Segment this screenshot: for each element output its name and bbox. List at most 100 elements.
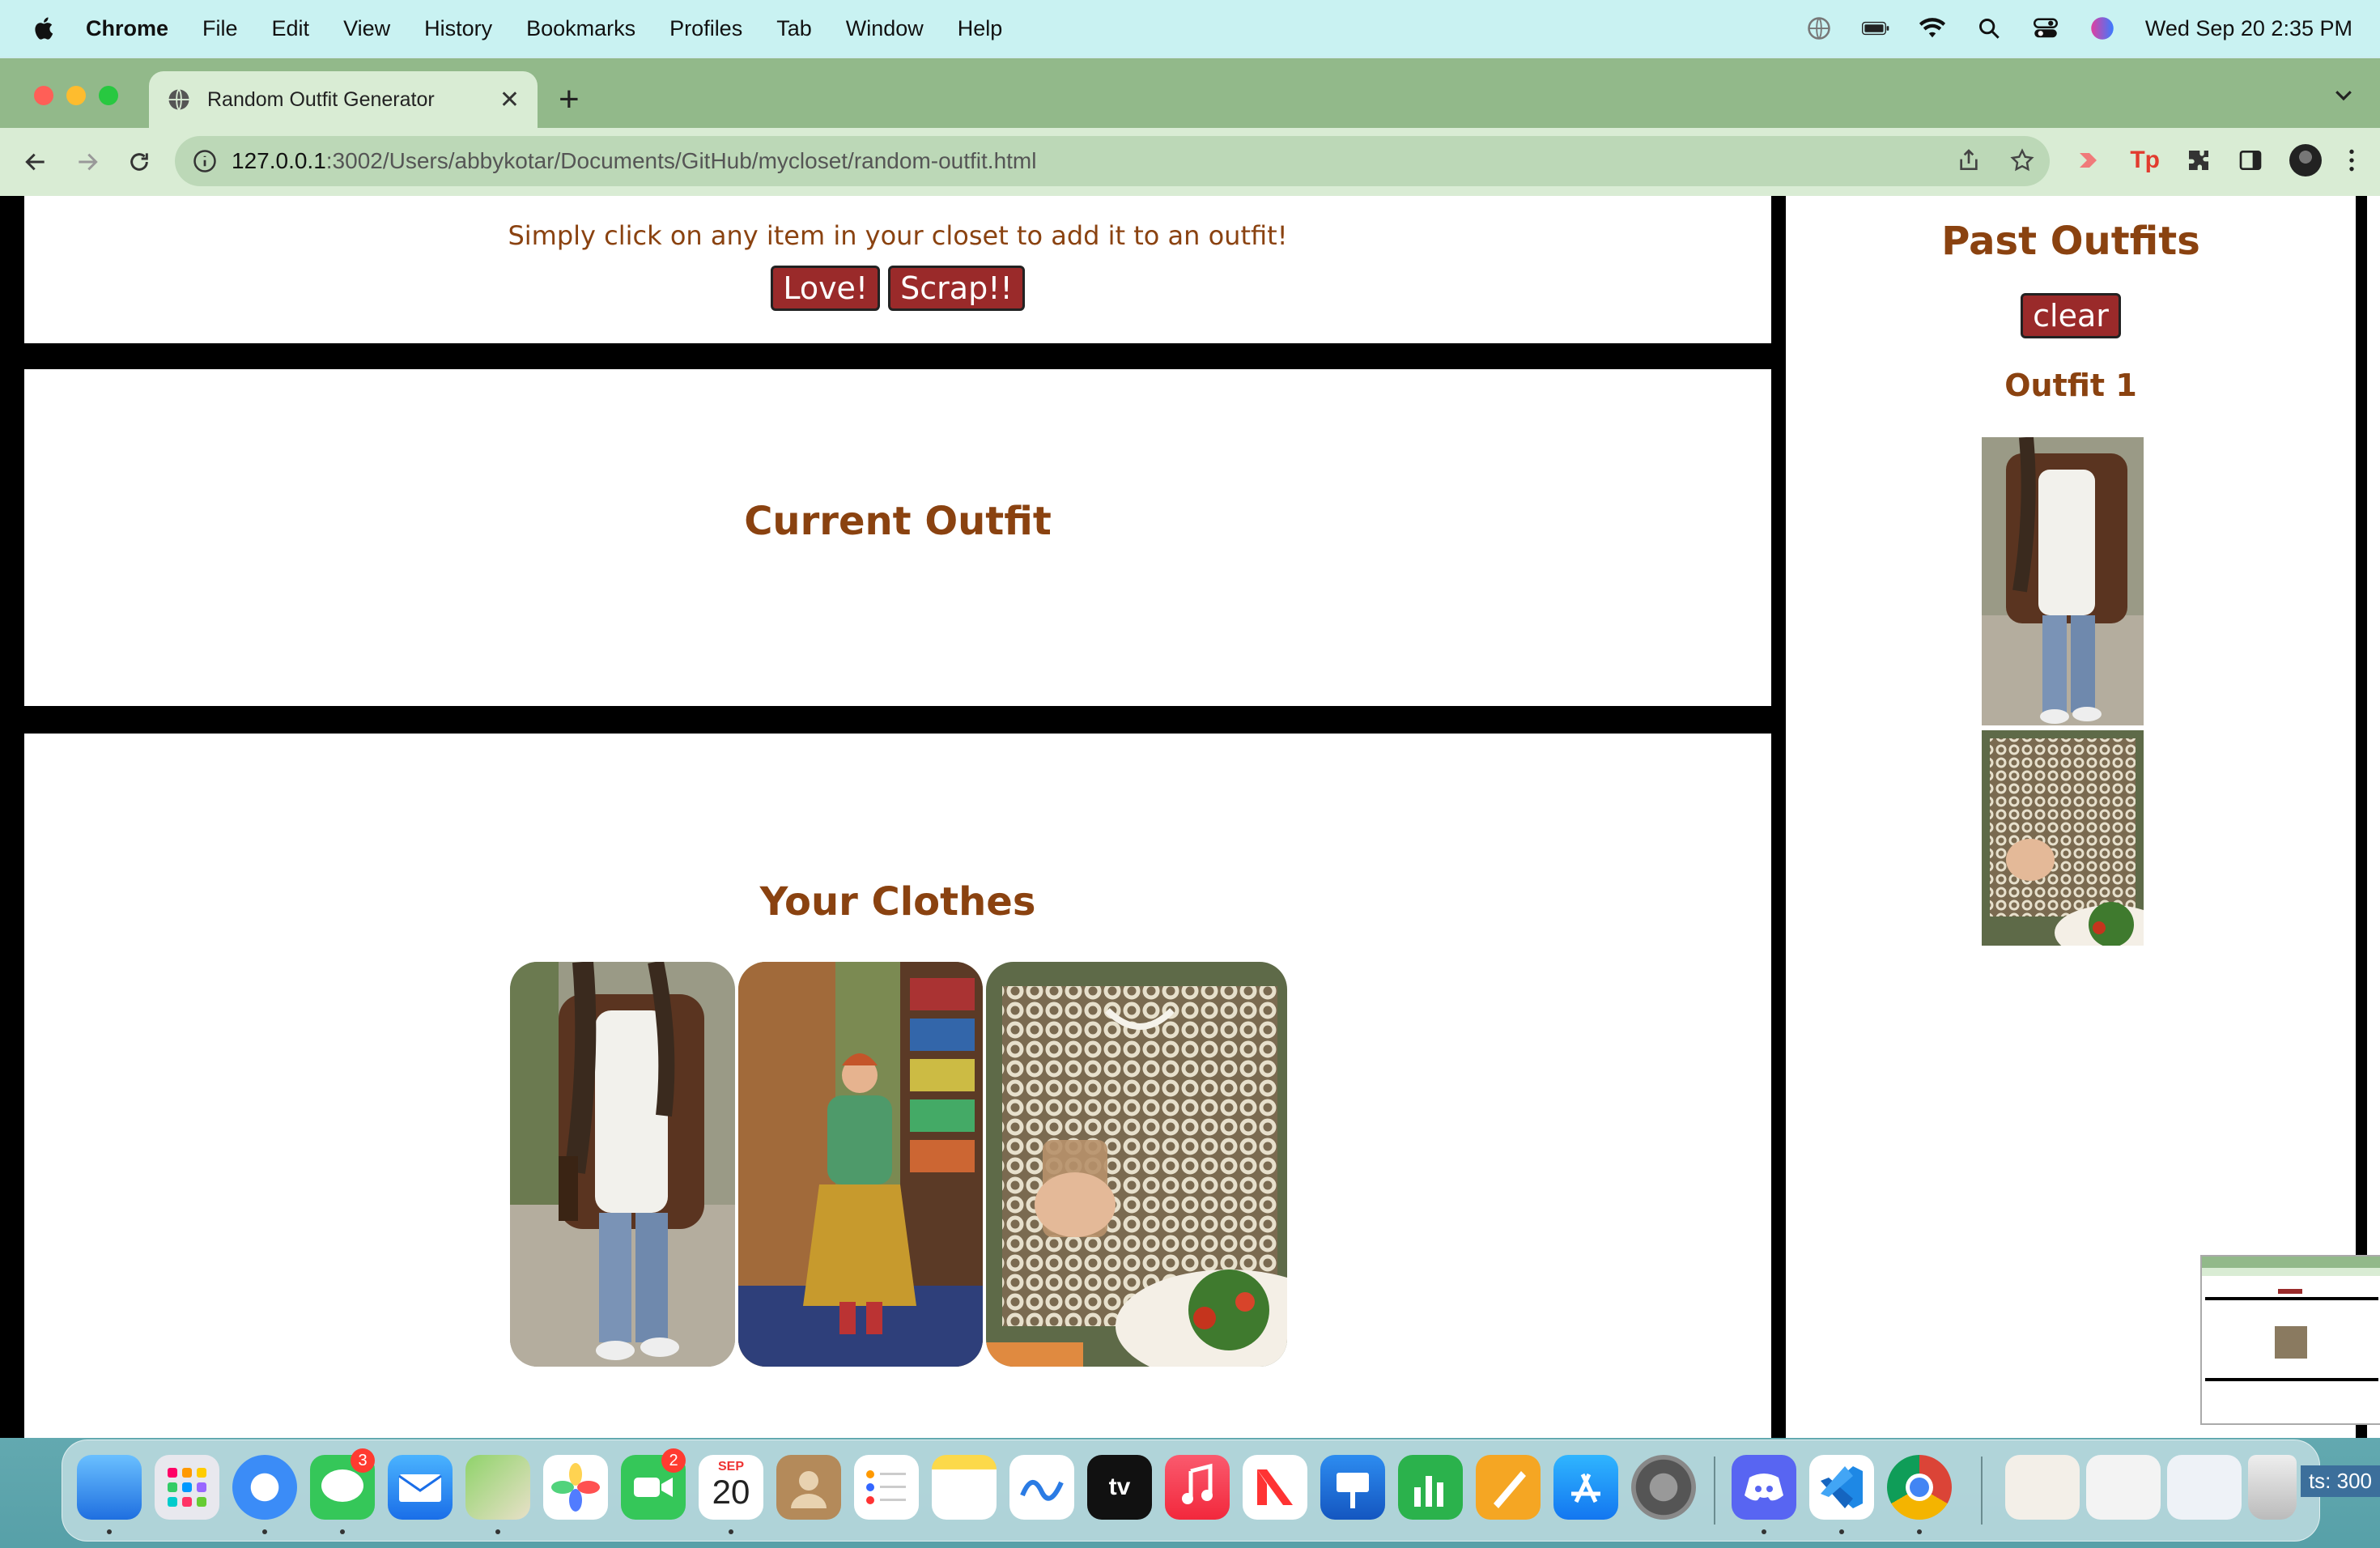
clothes-gallery <box>510 962 1287 1367</box>
action-buttons: Love! Scrap!! <box>24 266 1771 311</box>
maps-icon[interactable] <box>465 1455 530 1520</box>
menubar-clock[interactable]: Wed Sep 20 2:35 PM <box>2145 16 2352 41</box>
site-info-icon[interactable] <box>193 149 217 173</box>
mail-icon[interactable] <box>388 1455 453 1520</box>
system-settings-icon[interactable] <box>1631 1455 1696 1520</box>
menu-window[interactable]: Window <box>846 16 924 41</box>
dock-running-indicator <box>1839 1529 1844 1534</box>
music-icon[interactable] <box>1165 1455 1230 1520</box>
freeform-icon[interactable] <box>1009 1455 1074 1520</box>
facetime-badge: 2 <box>661 1448 686 1473</box>
menu-profiles[interactable]: Profiles <box>669 16 742 41</box>
close-window-button[interactable] <box>34 86 53 105</box>
launchpad-icon[interactable] <box>155 1455 219 1520</box>
pages-icon[interactable] <box>1476 1455 1541 1520</box>
dock-running-indicator <box>1917 1529 1922 1534</box>
browser-toolbar: 127.0.0.1:3002/Users/abbykotar/Documents… <box>0 128 2380 196</box>
dock-running-indicator <box>340 1529 345 1534</box>
dock: 3 2 SEP 20 tv <box>62 1440 2320 1542</box>
fullscreen-window-button[interactable] <box>99 86 118 105</box>
bookmark-star-icon[interactable] <box>2009 147 2035 173</box>
forward-button[interactable] <box>70 144 105 180</box>
url-host: 127.0.0.1 <box>232 148 326 173</box>
menu-file[interactable]: File <box>202 16 238 41</box>
app-store-icon[interactable] <box>1553 1455 1618 1520</box>
notes-icon[interactable] <box>932 1455 997 1520</box>
numbers-icon[interactable] <box>1398 1455 1463 1520</box>
globe-favicon-icon <box>168 88 189 111</box>
past-outfits-sidebar: Past Outfits clear Outfit 1 <box>1786 196 2356 1438</box>
browser-window: Random Outfit Generator ✕ + 127.0.0.1:30… <box>0 58 2380 1438</box>
vscode-icon[interactable] <box>1809 1455 1874 1520</box>
discord-icon[interactable] <box>1732 1455 1796 1520</box>
news-icon[interactable] <box>1243 1455 1307 1520</box>
menu-app-name[interactable]: Chrome <box>86 16 168 41</box>
past-outfits-heading: Past Outfits <box>1941 219 2200 264</box>
extensions-puzzle-icon[interactable] <box>2186 147 2212 173</box>
calendar-icon[interactable]: SEP 20 <box>699 1455 763 1520</box>
battery-icon[interactable] <box>1861 15 1889 42</box>
menu-history[interactable]: History <box>424 16 492 41</box>
kebab-menu-icon[interactable] <box>2348 147 2356 173</box>
side-panel-icon[interactable] <box>2238 147 2263 173</box>
page-viewport: Simply click on any item in your closet … <box>0 196 2380 1438</box>
finder-icon[interactable] <box>77 1455 142 1520</box>
apple-tv-icon[interactable]: tv <box>1087 1455 1152 1520</box>
contacts-icon[interactable] <box>776 1455 841 1520</box>
reminders-icon[interactable] <box>854 1455 919 1520</box>
screenshot-thumbnail-preview[interactable] <box>2200 1255 2380 1425</box>
search-icon[interactable] <box>1975 15 2003 42</box>
clothing-item-crochet-top[interactable] <box>986 962 1287 1367</box>
calendar-day: 20 <box>712 1473 750 1511</box>
menu-edit[interactable]: Edit <box>272 16 310 41</box>
photos-icon[interactable] <box>543 1455 608 1520</box>
control-center-icon[interactable] <box>2032 15 2059 42</box>
url-path: :3002/Users/abbykotar/Documents/GitHub/m… <box>325 148 1037 173</box>
close-tab-icon[interactable]: ✕ <box>499 86 520 114</box>
recent-document-icon[interactable] <box>2086 1455 2161 1520</box>
globe-icon[interactable] <box>1805 15 1833 42</box>
controls-section: Simply click on any item in your closet … <box>24 196 1771 343</box>
page-border <box>2356 196 2367 1438</box>
love-button[interactable]: Love! <box>771 266 881 311</box>
address-bar[interactable]: 127.0.0.1:3002/Users/abbykotar/Documents… <box>175 136 2050 186</box>
siri-icon[interactable] <box>2089 15 2116 42</box>
menu-bar: Chrome File Edit View History Bookmarks … <box>0 0 2380 57</box>
profile-avatar[interactable] <box>2289 144 2322 176</box>
minimize-window-button[interactable] <box>66 86 86 105</box>
chevron-down-icon[interactable] <box>2331 83 2356 107</box>
dock-running-indicator <box>1762 1529 1766 1534</box>
menu-tab[interactable]: Tab <box>776 16 812 41</box>
clear-button[interactable]: clear <box>2021 293 2121 338</box>
keynote-icon[interactable] <box>1320 1455 1385 1520</box>
extension-tp-icon[interactable]: Tp <box>2130 147 2160 174</box>
past-outfit-item-cardigan[interactable] <box>1982 437 2144 725</box>
scrap-button[interactable]: Scrap!! <box>888 266 1025 311</box>
clothing-item-cardigan[interactable] <box>510 962 735 1367</box>
new-tab-button[interactable]: + <box>559 79 580 120</box>
tab-title: Random Outfit Generator <box>207 87 435 111</box>
tab-random-outfit-generator[interactable]: Random Outfit Generator ✕ <box>149 71 538 128</box>
chrome-icon[interactable] <box>1887 1455 1952 1520</box>
wifi-icon[interactable] <box>1919 15 1946 42</box>
current-outfit-section: Current Outfit <box>24 369 1771 706</box>
trash-icon[interactable] <box>2248 1455 2297 1520</box>
past-outfit-item-crochet-top[interactable] <box>1982 730 2144 946</box>
share-icon[interactable] <box>1956 147 1982 173</box>
clothing-item-green-sweater[interactable] <box>738 962 983 1367</box>
apple-icon[interactable] <box>31 15 58 42</box>
safari-icon[interactable] <box>232 1455 297 1520</box>
recent-document-icon[interactable] <box>2005 1455 2080 1520</box>
reload-button[interactable] <box>121 144 157 180</box>
main-column: Simply click on any item in your closet … <box>0 196 1786 1438</box>
menu-help[interactable]: Help <box>958 16 1003 41</box>
past-outfit-label: Outfit 1 <box>2004 368 2137 403</box>
back-button[interactable] <box>18 144 53 180</box>
your-clothes-heading: Your Clothes <box>759 879 1036 925</box>
tab-strip: Random Outfit Generator ✕ + <box>0 58 2380 128</box>
menu-bookmarks[interactable]: Bookmarks <box>526 16 635 41</box>
dock-separator <box>1714 1457 1715 1525</box>
downloads-stack-icon[interactable] <box>2167 1455 2242 1520</box>
menu-view[interactable]: View <box>343 16 390 41</box>
extension-arrow-icon[interactable] <box>2075 146 2104 175</box>
